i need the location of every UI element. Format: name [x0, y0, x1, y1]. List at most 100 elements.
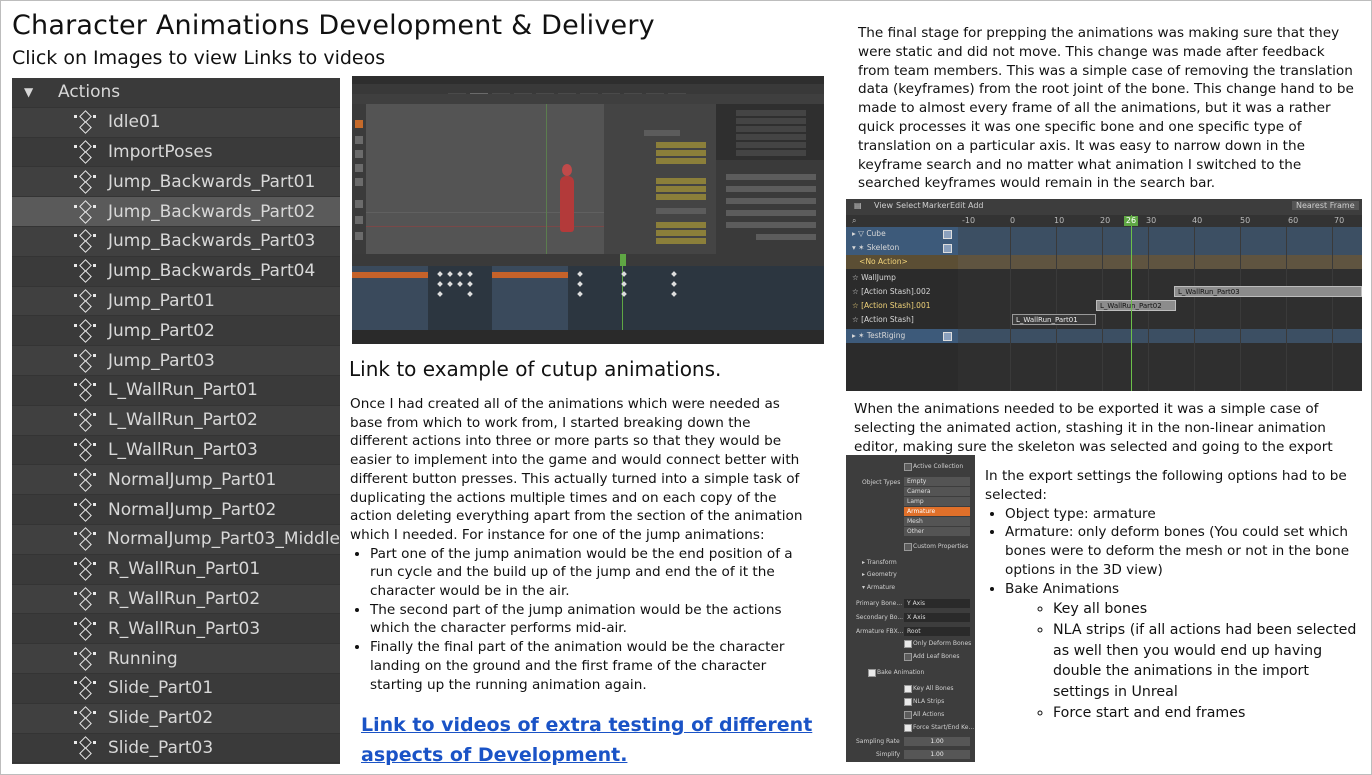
outliner-action-item[interactable]: NormalJump_Part03_Middle — [12, 524, 340, 555]
nla-menu-edit[interactable]: Edit — [950, 201, 966, 210]
nla-track-no-action[interactable]: <No Action> — [846, 255, 958, 269]
nla-menu-select[interactable]: Select — [896, 201, 921, 210]
action-label: R_WallRun_Part03 — [108, 618, 261, 639]
object-type-mesh[interactable]: Mesh — [904, 517, 970, 526]
outliner-action-item[interactable]: Jump_Backwards_Part01 — [12, 167, 340, 198]
outliner-action-item[interactable]: Jump_Part01 — [12, 286, 340, 317]
blender-dopesheet — [352, 266, 824, 330]
ruler-label: 20 — [1100, 216, 1111, 225]
outliner-action-item[interactable]: Jump_Part03 — [12, 346, 340, 376]
outliner-action-item[interactable]: Jump_Backwards_Part04 — [12, 257, 340, 287]
nla-snap-dropdown[interactable]: Nearest Frame — [1292, 201, 1359, 210]
nla-track-walljump[interactable]: ☆ WallJump — [846, 271, 958, 285]
actions-header[interactable]: ▼ Actions — [12, 78, 340, 108]
outliner-action-item[interactable]: ImportPoses — [12, 138, 340, 168]
nla-menu-marker[interactable]: Marker — [922, 201, 950, 210]
action-label: Jump_Backwards_Part04 — [108, 261, 316, 282]
section-geometry[interactable]: ▸ Geometry — [862, 571, 897, 578]
action-icon — [74, 260, 96, 282]
custom-properties-label: Custom Properties — [913, 543, 969, 550]
active-collection-label: Active Collection — [913, 463, 964, 470]
ruler-label: 60 — [1288, 216, 1299, 225]
action-icon — [74, 648, 96, 670]
all-actions-checkbox[interactable] — [904, 711, 912, 719]
nla-menu-add[interactable]: Add — [968, 201, 984, 210]
object-type-camera[interactable]: Camera — [904, 487, 970, 496]
object-type-lamp[interactable]: Lamp — [904, 497, 970, 506]
outliner-action-item[interactable]: Slide_Part01 — [12, 674, 340, 704]
action-label: NormalJump_Part02 — [108, 499, 277, 520]
nla-track-stash-001[interactable]: ☆ [Action Stash].001 — [846, 299, 958, 313]
list-item: Bake Animations Key all bones NLA strips… — [1005, 580, 1360, 724]
outliner-action-item[interactable]: R_WallRun_Part03 — [12, 614, 340, 645]
key-all-bones-checkbox[interactable] — [904, 685, 912, 693]
sampling-rate-field[interactable]: 1.00 — [904, 737, 970, 746]
outliner-action-item[interactable]: Idle01 — [12, 107, 340, 138]
page-title: Character Animations Development & Deliv… — [12, 10, 655, 41]
primary-bone-label: Primary Bone... — [856, 600, 903, 607]
fbx-export-settings-screenshot[interactable]: Active Collection Object Types Empty Cam… — [846, 455, 975, 762]
action-label: NormalJump_Part01 — [108, 469, 277, 490]
action-label: Jump_Part01 — [108, 290, 215, 311]
action-icon — [74, 201, 96, 223]
simplify-field[interactable]: 1.00 — [904, 750, 970, 759]
collapse-triangle-icon[interactable]: ▼ — [24, 85, 38, 99]
ruler-label: 70 — [1334, 216, 1345, 225]
search-icon[interactable]: ⌕ — [852, 216, 856, 226]
only-deform-bones-checkbox[interactable] — [904, 640, 912, 648]
current-frame-cursor[interactable] — [1131, 215, 1132, 391]
outliner-action-item[interactable]: NormalJump_Part02 — [12, 495, 340, 525]
list-item: Part one of the jump animation would be … — [370, 545, 810, 601]
outliner-action-item[interactable]: Jump_Backwards_Part03 — [12, 226, 340, 257]
force-start-end-label: Force Start/End Ke... — [913, 724, 975, 731]
list-item: NLA strips (if all actions had been sele… — [1053, 620, 1360, 702]
cutup-animations-link[interactable]: Link to example of cutup animations. — [349, 357, 721, 381]
nla-strip[interactable]: L_WallRun_Part02 — [1096, 300, 1176, 311]
outliner-action-item[interactable]: Slide_Part03 — [12, 734, 340, 764]
outliner-action-item[interactable]: R_WallRun_Part02 — [12, 584, 340, 615]
section-transform[interactable]: ▸ Transform — [862, 559, 897, 566]
section-armature[interactable]: ▾ Armature — [862, 584, 895, 591]
action-icon — [74, 379, 96, 401]
secondary-bone-select[interactable]: X Axis — [904, 613, 970, 622]
outliner-action-item[interactable]: NormalJump_Part01 — [12, 465, 340, 496]
nla-strip[interactable]: L_WallRun_Part01 — [1012, 314, 1096, 325]
nla-track-cube[interactable]: ▸ ▽ Cube — [846, 227, 958, 241]
action-icon — [74, 469, 96, 491]
action-icon — [74, 230, 96, 252]
nla-strip[interactable]: L_WallRun_Part03 — [1174, 286, 1362, 297]
outliner-action-item[interactable]: R_WallRun_Part01 — [12, 555, 340, 585]
character-body — [560, 176, 574, 232]
outliner-action-item[interactable]: L_WallRun_Part02 — [12, 405, 340, 436]
nla-track-skeleton[interactable]: ▾ ✶ Skeleton — [846, 241, 958, 255]
extra-testing-videos-link[interactable]: Link to videos of extra testing of diffe… — [361, 710, 831, 770]
blender-dopesheet-header — [352, 254, 824, 266]
nla-track-testrigging[interactable]: ▸ ✶ TestRiging — [846, 329, 958, 343]
outliner-action-item[interactable]: L_WallRun_Part01 — [12, 376, 340, 406]
outliner-action-item[interactable]: Jump_Backwards_Part02 — [12, 197, 340, 227]
force-start-end-checkbox[interactable] — [904, 724, 912, 732]
action-label: Jump_Part02 — [108, 320, 215, 341]
action-label: R_WallRun_Part01 — [108, 559, 261, 580]
nla-track-stash[interactable]: ☆ [Action Stash] — [846, 313, 958, 327]
action-icon — [74, 350, 96, 372]
blender-dopesheet-screenshot[interactable] — [352, 76, 824, 344]
outliner-action-item[interactable]: Jump_Part02 — [12, 316, 340, 347]
bake-animation-checkbox[interactable] — [868, 669, 876, 677]
add-leaf-bones-checkbox[interactable] — [904, 653, 912, 661]
nla-strips-checkbox[interactable] — [904, 698, 912, 706]
object-type-empty[interactable]: Empty — [904, 477, 970, 486]
object-type-armature[interactable]: Armature — [904, 507, 970, 516]
primary-bone-select[interactable]: Y Axis — [904, 599, 970, 608]
action-label: Running — [108, 648, 178, 669]
nla-editor-screenshot[interactable]: ▤ View Select Marker Edit Add Nearest Fr… — [846, 199, 1362, 391]
object-type-other[interactable]: Other — [904, 527, 970, 536]
outliner-action-item[interactable]: L_WallRun_Part03 — [12, 436, 340, 466]
nla-menu-view[interactable]: View — [874, 201, 893, 210]
action-label: Jump_Backwards_Part03 — [108, 231, 316, 252]
armature-fbx-select[interactable]: Root — [904, 627, 970, 636]
outliner-action-item[interactable]: Running — [12, 644, 340, 674]
nla-track-stash-002[interactable]: ☆ [Action Stash].002 — [846, 285, 958, 299]
outliner-action-item[interactable]: Slide_Part02 — [12, 703, 340, 734]
all-actions-label: All Actions — [913, 711, 945, 718]
